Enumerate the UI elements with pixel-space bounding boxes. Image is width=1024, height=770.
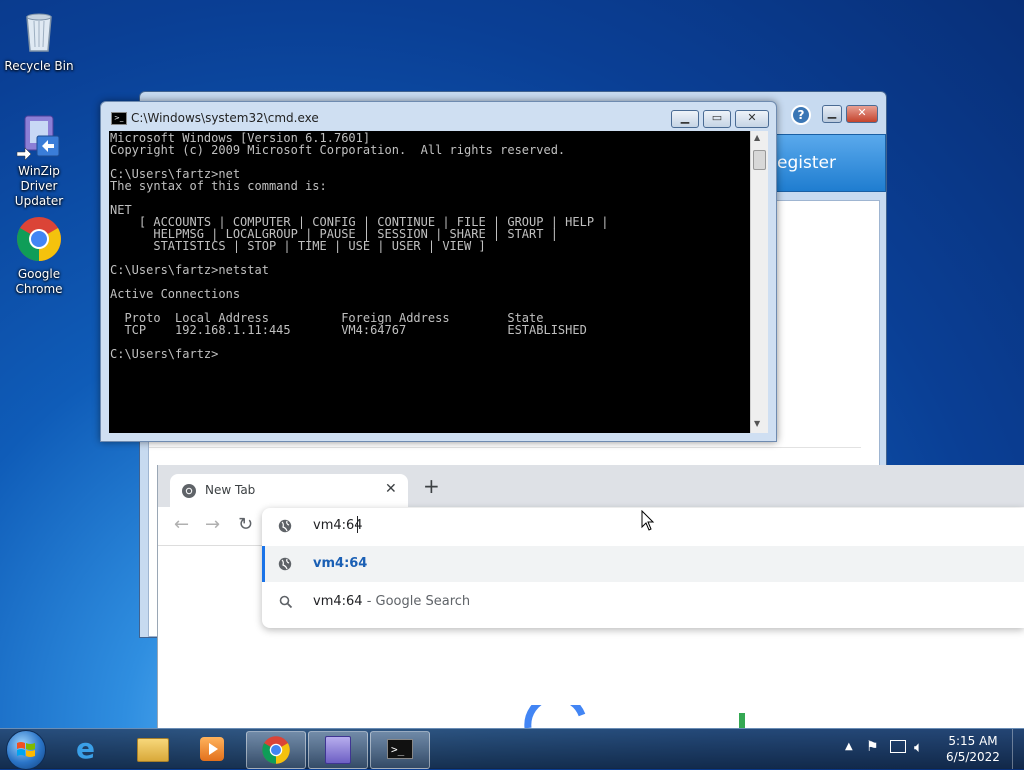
desktop-icon-label: WinZip Driver xyxy=(18,164,60,193)
desktop-icon-google-chrome[interactable]: Google Chrome xyxy=(1,215,77,297)
cmd-icon: >_ xyxy=(387,739,413,759)
cmd-line: C:\Users\fartz>netstat xyxy=(110,263,269,277)
cmd-output: Microsoft Windows [Version 6.1.7601] Copy… xyxy=(109,131,750,360)
maximize-button[interactable]: ▭ xyxy=(703,110,731,128)
suggestion-text: vm4:64 - Google Search xyxy=(313,594,470,609)
suggestion-query: vm4:64 xyxy=(313,594,363,609)
clock-time: 5:15 AM xyxy=(948,734,998,748)
desktop-icon-recycle-bin[interactable]: Recycle Bin xyxy=(1,7,77,74)
desktop-icon-label-line2: Chrome xyxy=(15,282,63,296)
chrome-tab-bar: New Tab ✕ + xyxy=(158,465,1024,507)
suggestion-suffix: - Google Search xyxy=(362,594,471,609)
cmd-console[interactable]: Microsoft Windows [Version 6.1.7601] Copy… xyxy=(109,131,750,433)
selection-indicator xyxy=(262,546,265,582)
reload-icon[interactable]: ↻ xyxy=(238,514,253,535)
suggestion-text: vm4:64 xyxy=(313,556,368,571)
search-icon xyxy=(279,595,293,609)
divider xyxy=(149,447,861,448)
cmd-window-title: C:\Windows\system32\cmd.exe xyxy=(131,111,319,125)
cmd-line: The syntax of this command is: xyxy=(110,179,327,193)
cmd-line: C:\Users\fartz> xyxy=(110,347,219,361)
tab-close-icon[interactable]: ✕ xyxy=(385,481,397,497)
clock[interactable]: 5:15 AM 6/5/2022 xyxy=(940,733,1006,765)
forward-arrow-icon[interactable]: → xyxy=(205,514,220,535)
taskbar-chrome[interactable] xyxy=(246,731,306,769)
clock-date: 6/5/2022 xyxy=(946,750,1000,764)
cmd-line: STATISTICS | STOP | TIME | USE | USER | … xyxy=(110,239,486,253)
taskbar: e >_ ▲ ⚑ 🔈︎ 5:15 AM 6/5/2022 xyxy=(0,728,1024,770)
google-logo-partial xyxy=(524,705,745,728)
desktop-icon-label: Google xyxy=(17,267,61,281)
close-button[interactable]: ✕ xyxy=(846,105,878,123)
taskbar-internet-explorer[interactable]: e xyxy=(60,731,118,767)
cmd-icon: >_ xyxy=(111,112,127,125)
globe-icon xyxy=(278,557,292,571)
cmd-line xyxy=(110,192,750,204)
show-desktop-button[interactable] xyxy=(1012,729,1024,769)
windows-logo-icon xyxy=(17,742,35,757)
help-icon[interactable]: ? xyxy=(791,105,811,125)
scroll-down-arrow[interactable]: ▼ xyxy=(754,419,760,428)
cmd-scrollbar[interactable]: ▲ ▼ xyxy=(750,131,768,433)
taskbar-cmd[interactable]: >_ xyxy=(370,731,430,769)
desktop-icon-winzip-driver-updater[interactable]: WinZip Driver Updater xyxy=(1,112,77,209)
desktop-icon-label-line2: Updater xyxy=(14,194,64,208)
cmd-line: Copyright (c) 2009 Microsoft Corporation… xyxy=(110,143,566,157)
register-button[interactable]: egister xyxy=(770,134,886,192)
winzip-driver-updater-icon xyxy=(325,736,351,764)
scroll-thumb[interactable] xyxy=(753,150,766,170)
back-arrow-icon[interactable]: ← xyxy=(174,514,189,535)
mouse-pointer-icon xyxy=(641,510,655,531)
chrome-icon xyxy=(262,736,290,764)
cmd-line: Active Connections xyxy=(110,287,241,301)
volume-icon[interactable]: 🔈︎ xyxy=(914,738,923,756)
desktop-icon-label: Recycle Bin xyxy=(4,59,74,73)
minimize-button[interactable]: ▁ xyxy=(671,110,699,128)
scroll-up-arrow[interactable]: ▲ xyxy=(754,133,760,142)
suggestion-item[interactable]: vm4:64 xyxy=(262,546,1024,582)
taskbar-media-player[interactable] xyxy=(184,731,242,767)
start-button[interactable] xyxy=(6,730,46,770)
winzip-driver-updater-icon xyxy=(15,112,63,161)
internet-explorer-icon: e xyxy=(76,732,95,765)
show-hidden-icons-arrow[interactable]: ▲ xyxy=(845,741,853,752)
globe-icon xyxy=(278,519,292,533)
taskbar-file-explorer[interactable] xyxy=(122,731,180,767)
minimize-button[interactable]: ▁ xyxy=(822,105,842,123)
tab-new-tab[interactable]: New Tab ✕ xyxy=(170,474,408,507)
close-button[interactable]: ✕ xyxy=(735,110,769,128)
text-cursor xyxy=(357,516,358,533)
action-center-flag-icon[interactable]: ⚑ xyxy=(866,739,879,755)
cmd-line: TCP 192.168.1.11:445 VM4:64767 ESTABLISH… xyxy=(110,323,587,337)
cmd-window[interactable]: >_ C:\Windows\system32\cmd.exe ▁ ▭ ✕ Mic… xyxy=(100,101,777,442)
suggestion-item[interactable]: vm4:64 - Google Search xyxy=(262,584,1024,620)
recycle-bin-icon xyxy=(15,7,63,55)
tab-title: New Tab xyxy=(205,483,256,497)
taskbar-winzip-driver-updater[interactable] xyxy=(308,731,368,769)
folder-icon xyxy=(137,738,169,762)
media-player-icon xyxy=(200,737,224,761)
new-tab-plus-icon[interactable]: + xyxy=(423,476,440,496)
chrome-favicon-icon xyxy=(182,484,196,498)
network-icon[interactable] xyxy=(890,740,906,753)
omnibox-input[interactable]: vm4:64 xyxy=(313,518,363,533)
chrome-icon xyxy=(15,215,63,263)
